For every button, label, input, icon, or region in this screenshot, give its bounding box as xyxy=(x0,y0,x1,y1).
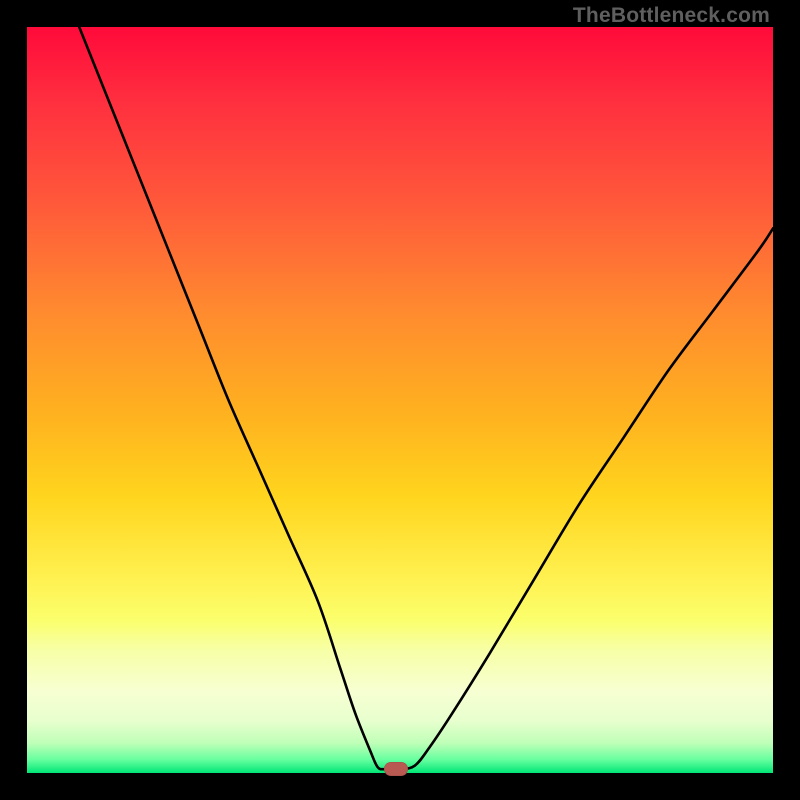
plot-area xyxy=(27,27,773,773)
bottleneck-curve xyxy=(27,27,773,773)
optimal-marker xyxy=(384,762,408,776)
outer-frame: TheBottleneck.com xyxy=(0,0,800,800)
watermark-text: TheBottleneck.com xyxy=(573,4,770,28)
